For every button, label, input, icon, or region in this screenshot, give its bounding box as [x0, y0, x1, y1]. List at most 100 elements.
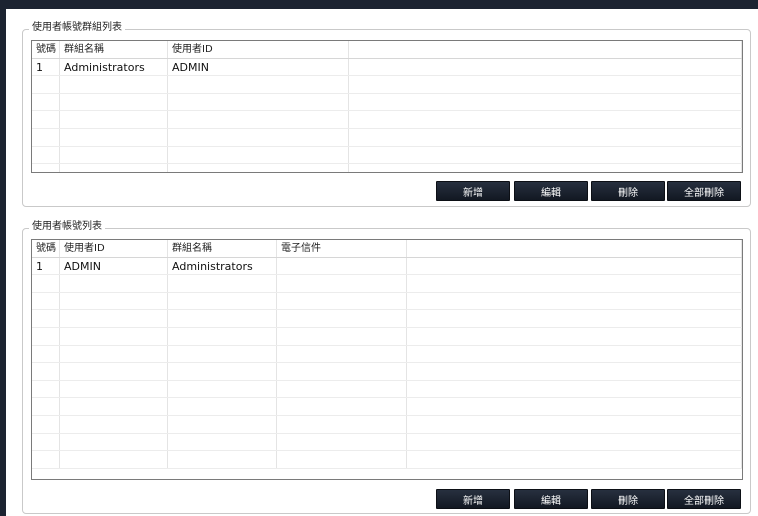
table-cell [32, 128, 60, 146]
table-cell [60, 76, 168, 93]
table-cell [32, 398, 60, 415]
column-header[interactable] [407, 240, 742, 257]
table-cell [277, 363, 407, 380]
column-header[interactable]: 使用者ID [60, 240, 168, 257]
column-header[interactable]: 電子信件 [277, 240, 407, 257]
table-row[interactable] [32, 128, 742, 147]
group-delete-button[interactable]: 刪除 [591, 181, 665, 201]
group-list-table[interactable]: 號碼 群組名稱 使用者ID 1 Administrators ADMIN [31, 40, 743, 173]
user-add-button[interactable]: 新增 [436, 489, 510, 509]
table-row[interactable] [32, 345, 742, 364]
table-row[interactable] [32, 146, 742, 165]
user-edit-button[interactable]: 編輯 [514, 489, 588, 509]
column-header[interactable]: 群組名稱 [168, 240, 277, 257]
table-row[interactable] [32, 76, 742, 94]
table-row[interactable] [32, 451, 742, 469]
user-delete-button[interactable]: 刪除 [591, 489, 665, 509]
table-cell [168, 292, 277, 310]
table-cell [168, 128, 349, 146]
table-row[interactable] [32, 327, 742, 346]
table-row[interactable] [32, 363, 742, 381]
table-cell [60, 433, 168, 451]
table-row[interactable] [32, 415, 742, 434]
table-cell [277, 345, 407, 363]
user-list-title: 使用者帳號列表 [29, 220, 105, 234]
table-cell: Administrators [60, 58, 168, 76]
table-cell [32, 327, 60, 345]
group-edit-button[interactable]: 編輯 [514, 181, 588, 201]
table-cell: 1 [32, 58, 60, 76]
table-cell [60, 398, 168, 415]
table-cell [60, 415, 168, 433]
table-row[interactable] [32, 433, 742, 452]
table-cell [60, 310, 168, 327]
column-header[interactable]: 號碼 [32, 41, 60, 58]
table-cell: 1 [32, 257, 60, 275]
table-cell [168, 275, 277, 292]
table-cell [32, 380, 60, 398]
window-left-bar [0, 0, 6, 516]
table-cell [407, 433, 742, 451]
table-row[interactable]: 1 Administrators ADMIN [32, 58, 742, 77]
table-cell [407, 345, 742, 363]
table-cell [277, 433, 407, 451]
table-cell [349, 146, 742, 164]
table-cell [60, 275, 168, 292]
table-cell [168, 93, 349, 111]
table-row[interactable] [32, 275, 742, 293]
window-top-bar [0, 0, 758, 9]
table-cell [168, 111, 349, 128]
table-cell [60, 93, 168, 111]
table-cell [60, 363, 168, 380]
table-cell [168, 398, 277, 415]
table-cell [407, 398, 742, 415]
table-cell [407, 310, 742, 327]
table-cell [277, 415, 407, 433]
table-cell: ADMIN [60, 257, 168, 275]
table-cell [32, 310, 60, 327]
table-cell [407, 363, 742, 380]
table-row[interactable] [32, 292, 742, 311]
table-cell [32, 345, 60, 363]
table-cell [168, 327, 277, 345]
table-cell [168, 363, 277, 380]
table-cell [349, 76, 742, 93]
group-delete-all-button[interactable]: 全部刪除 [667, 181, 741, 201]
table-cell [168, 146, 349, 164]
table-cell [168, 310, 277, 327]
table-header: 號碼 群組名稱 使用者ID [32, 41, 742, 59]
column-header[interactable]: 群組名稱 [60, 41, 168, 58]
table-cell [60, 380, 168, 398]
column-header[interactable] [349, 41, 742, 58]
table-cell [407, 292, 742, 310]
table-cell [277, 380, 407, 398]
table-cell [407, 257, 742, 275]
table-cell: ADMIN [168, 58, 349, 76]
table-row[interactable] [32, 93, 742, 112]
table-cell [32, 111, 60, 128]
table-row[interactable] [32, 398, 742, 416]
group-add-button[interactable]: 新增 [436, 181, 510, 201]
table-row[interactable] [32, 380, 742, 399]
table-cell [407, 380, 742, 398]
table-cell [349, 58, 742, 76]
table-row[interactable] [32, 164, 742, 172]
table-row[interactable] [32, 310, 742, 328]
table-cell [277, 398, 407, 415]
column-header[interactable]: 使用者ID [168, 41, 349, 58]
table-cell [407, 451, 742, 468]
table-row[interactable] [32, 111, 742, 129]
table-cell [60, 111, 168, 128]
group-list-title: 使用者帳號群組列表 [29, 21, 125, 35]
table-cell [168, 380, 277, 398]
user-delete-all-button[interactable]: 全部刪除 [667, 489, 741, 509]
table-cell [168, 164, 349, 172]
table-row[interactable]: 1 ADMIN Administrators [32, 257, 742, 276]
table-cell [168, 76, 349, 93]
table-cell [349, 93, 742, 111]
table-cell [60, 451, 168, 468]
user-list-table[interactable]: 號碼 使用者ID 群組名稱 電子信件 1 ADMIN Administrators [31, 239, 743, 480]
table-cell [32, 275, 60, 292]
table-cell: Administrators [168, 257, 277, 275]
column-header[interactable]: 號碼 [32, 240, 60, 257]
